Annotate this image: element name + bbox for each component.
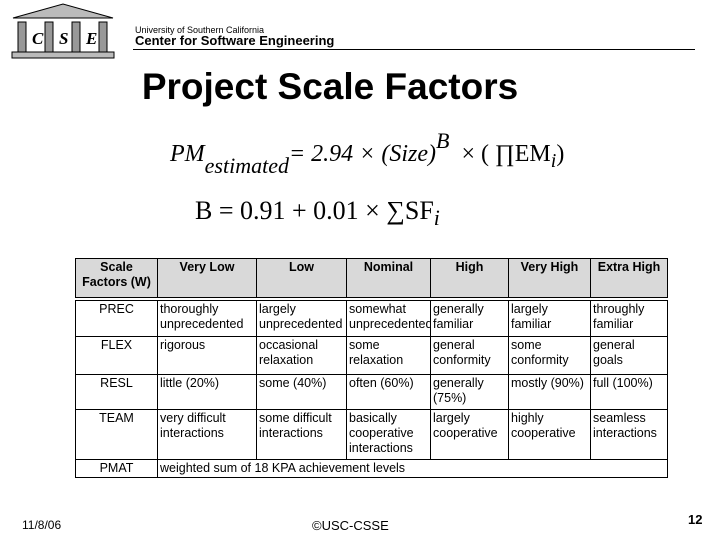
- table-row: FLEX rigorous occasional relaxation some re…: [75, 335, 668, 375]
- table-cell: very difficult interactions: [157, 408, 257, 460]
- table-cell: FLEX: [75, 335, 158, 375]
- table-header-row: Scale Factors (W) Very Low Low Nominal H…: [75, 258, 668, 301]
- table-cell: little (20%): [157, 373, 257, 410]
- table-cell: seamless interactions: [590, 408, 668, 460]
- table-header: Low: [256, 258, 347, 301]
- table-cell: occasional relaxation: [256, 335, 347, 375]
- table-header: Nominal: [346, 258, 431, 301]
- table-cell: some relaxation: [346, 335, 431, 375]
- table-cell: largely cooperative: [430, 408, 509, 460]
- table-cell: PMAT: [75, 458, 158, 478]
- table-header: Very Low: [157, 258, 257, 301]
- table-cell: TEAM: [75, 408, 158, 460]
- formula-rhs: = 2.94 × (Size): [288, 141, 437, 167]
- center-name: Center for Software Engineering: [135, 33, 335, 48]
- table-cell: generally (75%): [430, 373, 509, 410]
- table-header: Very High: [508, 258, 591, 301]
- table-cell: rigorous: [157, 335, 257, 375]
- footer-date: 11/8/06: [22, 518, 62, 532]
- table-cell: somewhat unprecedented: [346, 298, 431, 337]
- scale-factor-table: Scale Factors (W) Very Low Low Nominal H…: [75, 258, 668, 478]
- table-header: Scale Factors (W): [75, 258, 158, 301]
- table-row: TEAM very difficult interactions some diff…: [75, 408, 668, 460]
- table-header: Extra High: [590, 258, 668, 301]
- table-cell: largely unprecedented: [256, 298, 347, 337]
- table-header: High: [430, 258, 509, 301]
- svg-text:S: S: [59, 29, 68, 48]
- table-cell: mostly (90%): [508, 373, 591, 410]
- formula-sub: estimated: [204, 152, 289, 178]
- table-cell: general goals: [590, 335, 668, 375]
- formula2-text: B = 0.91 + 0.01 × ∑SF: [195, 196, 434, 225]
- table-cell: largely familiar: [508, 298, 591, 337]
- cse-logo: C S E: [11, 3, 115, 59]
- footer-copyright: ©USC-CSSE: [312, 518, 389, 533]
- formula-prod: × ( ∏EM: [461, 141, 551, 167]
- table-cell: often (60%): [346, 373, 431, 410]
- formula2-sub: i: [433, 206, 440, 231]
- table-cell: generally familiar: [430, 298, 509, 337]
- table-cell: highly cooperative: [508, 408, 591, 460]
- table-cell: weighted sum of 18 KPA achievement level…: [157, 458, 668, 478]
- header-divider: [133, 49, 695, 50]
- table-cell: RESL: [75, 373, 158, 410]
- table-cell: full (100%): [590, 373, 668, 410]
- table-cell: PREC: [75, 298, 158, 337]
- table-cell: thoroughly unprecedented: [157, 298, 257, 337]
- table-row: PREC thoroughly unprecedented largely unpr…: [75, 298, 668, 337]
- table-cell: some difficult interactions: [256, 408, 347, 460]
- effort-formula: PMestimated= 2.94 × (Size)B × ( ∏EMi): [170, 128, 565, 178]
- svg-text:E: E: [85, 29, 97, 48]
- table-row: RESL little (20%) some (40%) often (60%) gen…: [75, 373, 668, 410]
- formula-exp: B: [436, 128, 450, 153]
- exponent-formula: B = 0.91 + 0.01 × ∑SFi: [195, 196, 440, 231]
- formula-paren: ): [556, 141, 565, 167]
- formula-pm: PM: [170, 141, 205, 167]
- table-row: PMAT weighted sum of 18 KPA achievement …: [75, 458, 668, 478]
- table-cell: some (40%): [256, 373, 347, 410]
- table-cell: throughly familiar: [590, 298, 668, 337]
- table-cell: some conformity: [508, 335, 591, 375]
- table-cell: basically cooperative interactions: [346, 408, 431, 460]
- page-number: 12: [688, 512, 703, 527]
- slide-title: Project Scale Factors: [141, 66, 519, 107]
- table-cell: general conformity: [430, 335, 509, 375]
- svg-text:C: C: [32, 29, 44, 48]
